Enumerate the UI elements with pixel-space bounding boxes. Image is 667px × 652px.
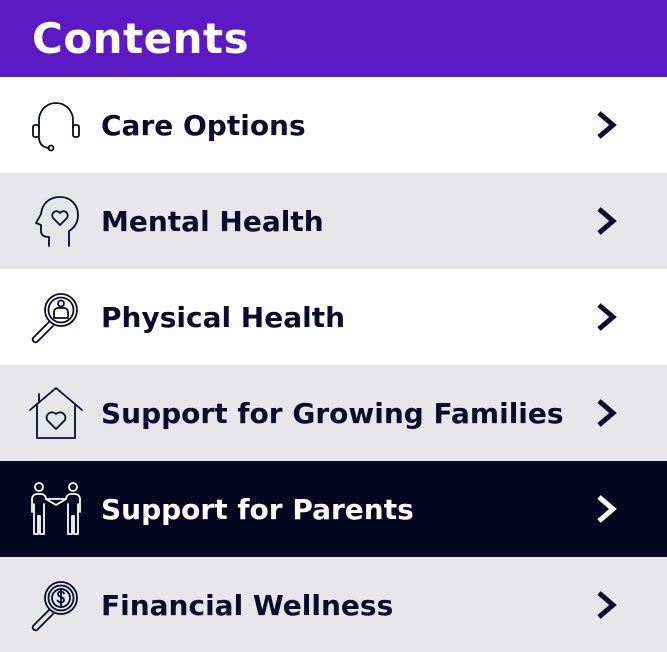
- chevron-right-icon: [595, 590, 619, 620]
- contents-header: Contents: [0, 0, 667, 77]
- menu-item-label: Physical Health: [101, 300, 346, 334]
- menu-item-support-growing-families[interactable]: Support for Growing Families: [0, 365, 667, 461]
- magnifier-dollar-icon: [25, 574, 87, 636]
- menu-item-care-options[interactable]: Care Options: [0, 77, 667, 173]
- chevron-right-icon: [595, 206, 619, 236]
- magnifier-person-icon: [25, 286, 87, 348]
- people-holding-hands-icon: [25, 478, 87, 540]
- contents-page: Contents Care Options Mental Health Phys…: [0, 0, 667, 652]
- menu-item-physical-health[interactable]: Physical Health: [0, 269, 667, 365]
- chevron-right-icon: [595, 302, 619, 332]
- menu-item-label: Care Options: [101, 108, 306, 142]
- head-heart-icon: [25, 190, 87, 252]
- headset-icon: [25, 94, 87, 156]
- chevron-right-icon: [595, 398, 619, 428]
- menu-item-label: Support for Growing Families: [101, 396, 564, 430]
- menu-item-financial-wellness[interactable]: Financial Wellness: [0, 557, 667, 652]
- contents-menu: Care Options Mental Health Physical Heal…: [0, 77, 667, 652]
- page-title: Contents: [32, 14, 250, 63]
- chevron-right-icon: [595, 494, 619, 524]
- menu-item-support-for-parents[interactable]: Support for Parents: [0, 461, 667, 557]
- house-heart-icon: [25, 382, 87, 444]
- menu-item-label: Financial Wellness: [101, 588, 394, 622]
- menu-item-mental-health[interactable]: Mental Health: [0, 173, 667, 269]
- menu-item-label: Support for Parents: [101, 492, 414, 526]
- chevron-right-icon: [595, 110, 619, 140]
- menu-item-label: Mental Health: [101, 204, 324, 238]
